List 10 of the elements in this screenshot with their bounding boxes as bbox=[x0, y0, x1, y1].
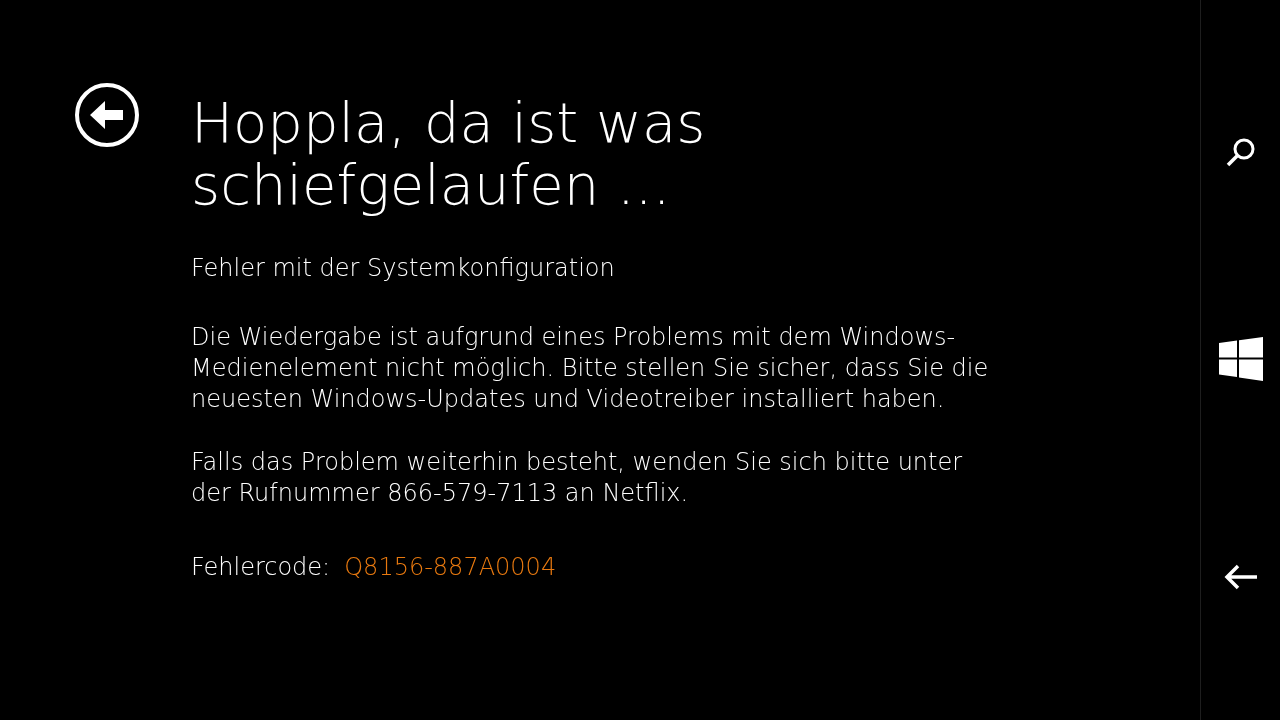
message-paragraph: Falls das Problem weiterhin besteht, wenden Sie sich bitte unter der Rufnummer 866-579-7113 an Netflix. bbox=[191, 447, 964, 509]
error-code-label: Fehlercode: bbox=[191, 552, 331, 583]
error-subtitle: Fehler mit der Systemkonfiguration bbox=[191, 253, 616, 284]
back-button[interactable] bbox=[74, 82, 140, 148]
error-code: Q8156-887A0004 bbox=[344, 552, 557, 583]
back-arrow-icon[interactable] bbox=[1223, 564, 1258, 590]
search-icon[interactable] bbox=[1224, 137, 1257, 167]
message-paragraph: Die Wiedergabe ist aufgrund eines Problems mit dem Windows-Medienelement nicht möglich. Bitte stellen Sie sicher, dass Sie die neuesten Windows-Updates und Videotreiber installiert haben. bbox=[191, 322, 990, 415]
error-title: Hoppla, da ist was schiefgelaufen ... bbox=[191, 92, 707, 216]
windows-logo-icon[interactable] bbox=[1218, 337, 1263, 381]
